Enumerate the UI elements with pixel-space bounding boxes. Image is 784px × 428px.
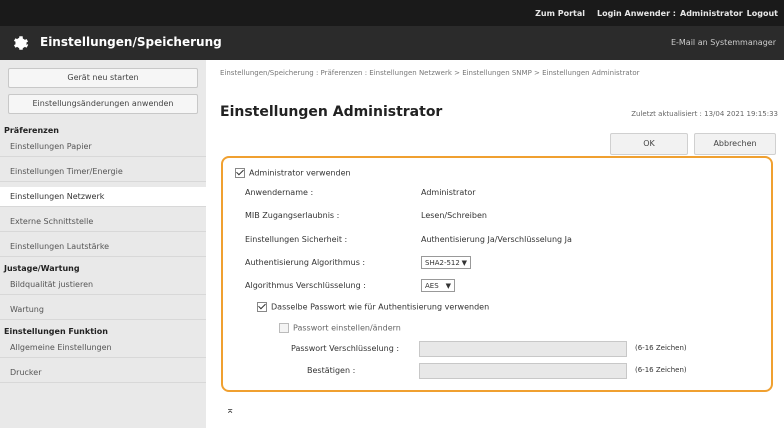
set-password-row: Passwort einstellen/ändern (279, 323, 401, 333)
sidebar-item-general[interactable]: Allgemeine Einstellungen (0, 338, 206, 358)
apply-changes-button[interactable]: Einstellungsänderungen anwenden (8, 94, 198, 114)
mib-access-label: MIB Zugangserlaubnis : (245, 211, 340, 220)
enc-password-hint: (6-16 Zeichen) (635, 344, 687, 352)
title-bar: Einstellungen/Speicherung E-Mail an Syst… (0, 26, 784, 60)
auth-algo-value: SHA2-512 (425, 259, 460, 267)
breadcrumb: Einstellungen/Speicherung : Präferenzen … (220, 69, 640, 77)
sidebar-item-printer[interactable]: Drucker (0, 363, 206, 383)
enc-algo-select[interactable]: AES ▼ (421, 279, 455, 292)
use-admin-checkbox[interactable] (235, 168, 245, 178)
auth-algo-select[interactable]: SHA2-512 ▼ (421, 256, 471, 269)
username-value: Administrator (421, 188, 476, 197)
confirm-label: Bestätigen : (307, 366, 356, 375)
sidebar-item-image-quality[interactable]: Bildqualität justieren (0, 275, 206, 295)
chevron-down-icon: ▼ (445, 282, 451, 290)
sidebar-section-function: Einstellungen Funktion (4, 327, 108, 336)
gear-icon (13, 36, 29, 50)
ok-button[interactable]: OK (610, 133, 688, 155)
sidebar-section-maintenance: Justage/Wartung (4, 264, 80, 273)
restart-device-button[interactable]: Gerät neu starten (8, 68, 198, 88)
same-password-label: Dasselbe Passwort wie für Authentisierun… (271, 302, 490, 312)
sidebar-item-maintenance[interactable]: Wartung (0, 300, 206, 320)
top-bar: Zum Portal Login Anwender : Administrato… (0, 0, 784, 26)
logout-link[interactable]: Logout (747, 9, 778, 18)
login-user-label: Login Anwender : (596, 8, 677, 18)
sidebar-item-timer-energy[interactable]: Einstellungen Timer/Energie (0, 162, 206, 182)
use-admin-row: Administrator verwenden (235, 168, 351, 178)
main-content: Einstellungen/Speicherung : Präferenzen … (206, 60, 784, 428)
confirm-hint: (6-16 Zeichen) (635, 366, 687, 374)
security-value: Authentisierung Ja/Verschlüsselung Ja (421, 235, 572, 244)
last-updated: Zuletzt aktualisiert : 13/04 2021 19:15:… (631, 110, 778, 118)
top-links: Zum Portal Login Anwender : Administrato… (535, 0, 778, 26)
set-password-checkbox[interactable] (279, 323, 289, 333)
cancel-button[interactable]: Abbrechen (694, 133, 776, 155)
portal-link[interactable]: Zum Portal (535, 9, 585, 18)
sidebar-item-external-interface[interactable]: Externe Schnittstelle (0, 212, 206, 232)
auth-algo-label: Authentisierung Algorithmus : (245, 258, 366, 267)
enc-password-input[interactable] (419, 341, 627, 357)
sidebar-item-volume[interactable]: Einstellungen Lautstärke (0, 237, 206, 257)
login-user-value: Administrator (680, 8, 743, 18)
enc-algo-label: Algorithmus Verschlüsselung : (245, 281, 366, 290)
app-title: Einstellungen/Speicherung (40, 35, 222, 49)
same-password-row: Dasselbe Passwort wie für Authentisierun… (257, 302, 489, 312)
mail-admin-link[interactable]: E-Mail an Systemmanager (671, 38, 776, 47)
mib-access-value: Lesen/Schreiben (421, 211, 487, 220)
security-label: Einstellungen Sicherheit : (245, 235, 348, 244)
sidebar-section-preferences: Präferenzen (4, 126, 59, 135)
enc-algo-value: AES (425, 282, 439, 290)
to-top-icon[interactable]: ⌅ (226, 405, 234, 416)
confirm-password-input[interactable] (419, 363, 627, 379)
chevron-down-icon: ▼ (461, 259, 467, 267)
set-password-label: Passwort einstellen/ändern (293, 323, 401, 333)
sidebar-item-paper[interactable]: Einstellungen Papier (0, 137, 206, 157)
use-admin-label: Administrator verwenden (249, 168, 351, 178)
page-title: Einstellungen Administrator (220, 104, 443, 120)
same-password-checkbox[interactable] (257, 302, 267, 312)
sidebar: Gerät neu starten Einstellungsänderungen… (0, 60, 206, 428)
sidebar-item-network[interactable]: Einstellungen Netzwerk (0, 187, 206, 207)
enc-password-label: Passwort Verschlüsselung : (291, 344, 400, 353)
username-label: Anwendername : (245, 188, 314, 197)
settings-panel: Administrator verwenden Anwendername : A… (221, 156, 773, 392)
